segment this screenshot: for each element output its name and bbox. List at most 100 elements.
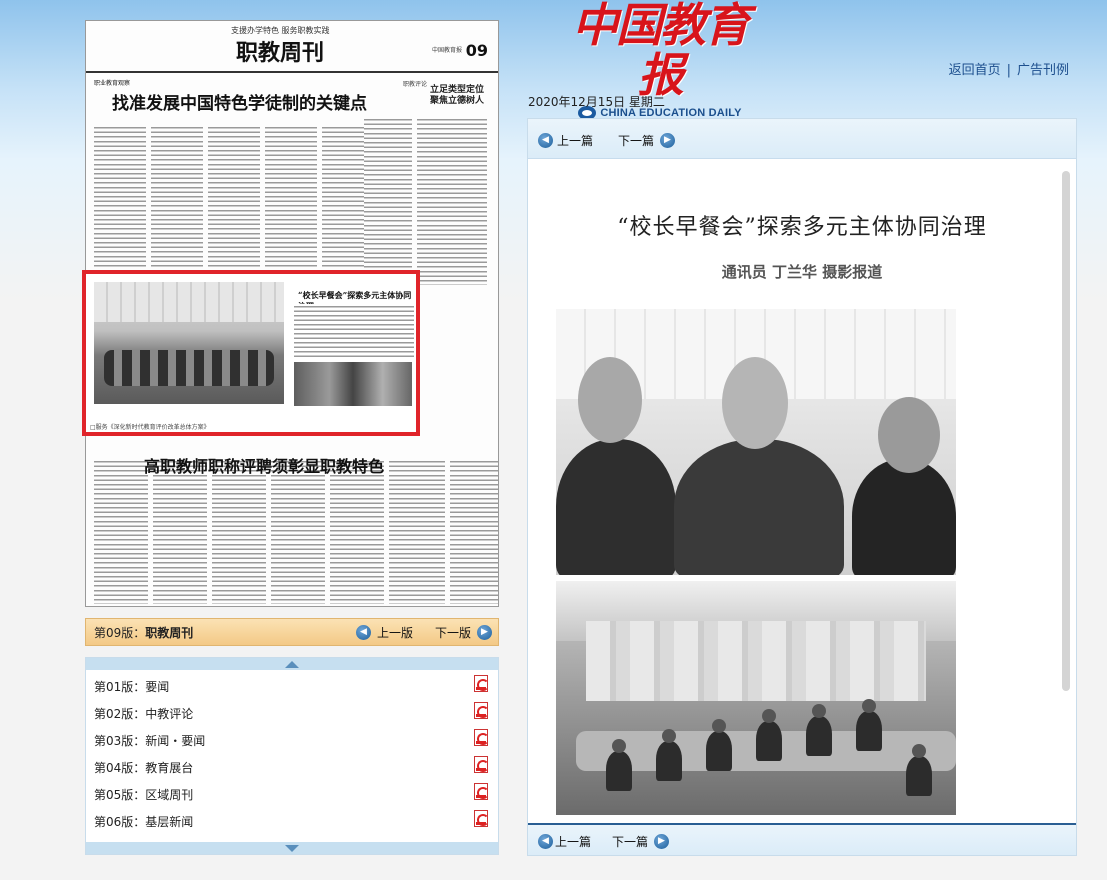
arrow-left-circle-icon: ◀ <box>356 625 371 640</box>
prev-article-label: 上一篇 <box>557 134 594 148</box>
home-link[interactable]: 返回首页 <box>949 63 1001 78</box>
side-headline-line-1: 立足类型定位 <box>430 85 485 95</box>
pdf-icon[interactable] <box>474 756 489 773</box>
text-column <box>151 125 203 285</box>
edition-link[interactable]: 第06版：基层新闻 <box>94 813 193 830</box>
edition-link[interactable]: 第03版：新闻・要闻 <box>94 732 205 749</box>
breakfast-meeting-photo <box>556 581 956 815</box>
article-text-block-bottom[interactable] <box>94 459 498 604</box>
arrow-left-circle-icon: ◀ <box>538 834 553 849</box>
photo-diner <box>856 699 882 751</box>
pdf-icon[interactable] <box>474 729 489 746</box>
edition-list-item[interactable]: 第06版：基层新闻 <box>86 807 498 834</box>
text-column <box>153 459 207 604</box>
arrow-right-circle-icon: ▶ <box>654 834 670 849</box>
text-column <box>389 459 445 604</box>
photo-diner <box>706 719 732 771</box>
text-column <box>208 125 260 285</box>
next-article-label: 下一篇 <box>618 134 655 148</box>
photo-diner <box>656 729 682 781</box>
pdf-icon[interactable] <box>474 783 489 800</box>
article-panel: ◀ 上一篇 下一篇 ▶ “校长早餐会”探索多元主体协同治理 通讯员 丁兰华 摄影… <box>527 118 1077 856</box>
masthead-logo[interactable]: 中国教育报 CHINA EDUCATION DAILY <box>560 0 760 120</box>
photo-person-left <box>556 439 676 575</box>
commentary-label: 职教评论 <box>403 81 428 88</box>
article-nav-bottom: ◀ 上一篇 下一篇 ▶ <box>528 823 1076 855</box>
text-column <box>94 125 146 285</box>
edition-list-item[interactable]: 第05版：区域周刊 <box>86 780 498 807</box>
article-scrollbar[interactable] <box>1062 171 1070 691</box>
highlighted-article-text <box>294 304 414 360</box>
side-headline-line-2: 聚焦立德树人 <box>430 96 485 106</box>
article-author: 通讯员 丁兰华 摄影报道 <box>721 263 883 281</box>
edition-link[interactable]: 第04版：教育展台 <box>94 759 193 776</box>
arrow-left-circle-icon: ◀ <box>538 133 553 148</box>
prev-article-button-bottom[interactable]: ◀ 上一篇 <box>538 833 591 850</box>
text-column <box>212 459 266 604</box>
current-edition-name: 职教周刊 <box>145 626 194 640</box>
edition-bar: 第09版：职教周刊 ◀ 上一版 下一版 ▶ <box>85 618 499 646</box>
photo-wall-mural <box>586 621 926 701</box>
prev-edition-button[interactable]: ◀ 上一版 <box>356 624 413 641</box>
next-article-label: 下一篇 <box>612 835 649 849</box>
newspaper-headline-2[interactable]: 高职教师职称评聘须彰显职教特色 <box>144 453 384 477</box>
edition-link[interactable]: 第01版：要闻 <box>94 678 169 695</box>
photo-diner <box>906 744 932 796</box>
newspaper-section-title: 职教周刊 <box>236 40 325 66</box>
edition-list-item[interactable]: 第02版：中教评论 <box>86 699 498 726</box>
arrow-right-circle-icon: ▶ <box>477 625 493 640</box>
text-column <box>330 459 384 604</box>
masthead-title: 中国教育报 <box>572 0 750 102</box>
newspaper-headline-1[interactable]: 找准发展中国特色学徒制的关键点 <box>112 89 367 114</box>
issue-date: 2020年12月15日 星期二 <box>528 95 665 109</box>
commentary-text-block[interactable] <box>364 117 487 285</box>
edition-link[interactable]: 第05版：区域周刊 <box>94 786 193 803</box>
photo-person-center-head <box>722 357 788 449</box>
edition-list-item[interactable]: 第01版：要闻 <box>86 672 498 699</box>
list-scroll-up[interactable] <box>86 658 498 670</box>
text-column <box>417 117 487 285</box>
side-headline[interactable]: 立足类型定位 聚焦立德树人 <box>430 85 484 107</box>
highlighted-article-caption: □服务《深化新时代教育评价改革总体方案》 <box>90 424 210 431</box>
principal-photo-thumbnail <box>294 362 412 406</box>
photo-diner <box>606 739 632 791</box>
link-separator: | <box>1006 63 1011 78</box>
photo-diner <box>806 704 832 756</box>
article-text-block-top[interactable] <box>94 125 374 285</box>
newspaper-page-number: 09 <box>465 41 488 60</box>
pdf-icon[interactable] <box>474 702 489 719</box>
ads-link[interactable]: 广告刊例 <box>1017 63 1069 78</box>
prev-edition-label: 上一版 <box>377 626 414 640</box>
text-column <box>450 459 498 604</box>
text-column <box>94 459 148 604</box>
breakfast-meeting-thumbnail <box>94 282 284 404</box>
current-edition: 第09版：职教周刊 <box>94 624 193 641</box>
next-article-button[interactable]: 下一篇 ▶ <box>618 132 676 149</box>
principals-photo <box>556 309 956 575</box>
photo-person-center <box>674 439 844 575</box>
top-links: 返回首页 | 广告刊例 <box>949 59 1069 78</box>
edition-list-item[interactable]: 第03版：新闻・要闻 <box>86 726 498 753</box>
article-title: “校长早餐会”探索多元主体协同治理 <box>617 215 987 240</box>
prev-article-button[interactable]: ◀ 上一篇 <box>538 132 593 149</box>
next-edition-button[interactable]: 下一版 ▶ <box>435 624 493 641</box>
edition-list-item[interactable]: 第04版：教育展台 <box>86 753 498 780</box>
list-scroll-down[interactable] <box>86 842 498 854</box>
article-nav-top: ◀ 上一篇 下一篇 ▶ <box>528 119 1076 159</box>
next-article-button-bottom[interactable]: 下一篇 ▶ <box>612 833 670 850</box>
arrow-right-circle-icon: ▶ <box>660 133 676 148</box>
current-edition-number: 第09版： <box>94 626 146 640</box>
edition-list: 第01版：要闻 第02版：中教评论 第03版：新闻・要闻 第04版：教育展台 第… <box>85 657 499 855</box>
text-column <box>364 117 412 285</box>
pdf-icon[interactable] <box>474 675 489 692</box>
photo-diner <box>756 709 782 761</box>
highlighted-article-region[interactable]: “校长早餐会”探索多元主体协同治理 □服务《深化新时代教育评价改革总体方案》 <box>82 270 420 436</box>
chevron-up-icon <box>285 660 299 668</box>
photo-person-right-head <box>878 397 940 473</box>
edition-link[interactable]: 第02版：中教评论 <box>94 705 193 722</box>
pdf-icon[interactable] <box>474 810 489 827</box>
text-column <box>271 459 325 604</box>
prev-article-label: 上一篇 <box>555 835 592 849</box>
newspaper-name: 中国教育报 <box>431 47 462 54</box>
chevron-down-icon <box>285 844 299 852</box>
